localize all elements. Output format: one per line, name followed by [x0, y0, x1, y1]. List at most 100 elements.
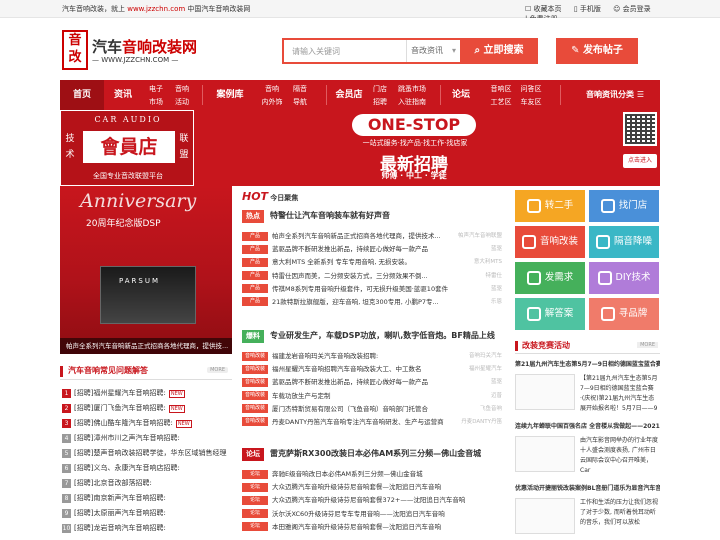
news-item[interactable]: 产品 蓝驱品牌不断研发推出新品，持续匠心做好每一款产品 蓝驱	[242, 243, 508, 256]
headline-2[interactable]: 爆料 专业研发生产，车载DSP功放，喇叭,数字低音炮。BF精品上线	[242, 328, 508, 344]
tile-button[interactable]: 音响改装	[515, 226, 585, 258]
qr-code-icon[interactable]	[623, 112, 657, 146]
tile-button[interactable]: 找门店	[589, 190, 659, 222]
nav-sub-anli-yinxiang[interactable]: 音响	[258, 83, 286, 96]
race-item-3-title[interactable]: 优惠活动开捷丽锐改装案例BL音册门道乐为显音汽车音响	[515, 484, 660, 494]
news-item[interactable]: 论坛 大众迈腾汽车音响升级诗芬尼音响套餐—沈阳追日汽车音响	[242, 481, 508, 494]
mobile-link[interactable]: ▯ 手机版	[574, 5, 601, 13]
search-category-select[interactable]: 音改资讯	[406, 40, 460, 62]
banner-enter-button[interactable]: 点击进入	[623, 154, 657, 168]
tile-button[interactable]: 发需求	[515, 262, 585, 294]
faq-item[interactable]: 5 [招聘]楚声音响改装招聘学徒，华东区域销售经理	[60, 446, 232, 461]
faq-item[interactable]: 1 [招聘]福州星耀汽车音响招聘: NEW	[60, 386, 232, 401]
faq-item[interactable]: 2 [招聘]厦门飞鱼汽车音响招聘: NEW	[60, 401, 232, 416]
news-item[interactable]: 论坛 奔驰E级音响改日本必伟AM系列三分频—佛山金音城	[242, 468, 508, 481]
banner[interactable]: CAR AUDIO 技 术 會員店 联 盟 全国专业音改联盟平台 ONE-STO…	[60, 110, 660, 186]
nav-sub-geyin[interactable]: 隔音	[288, 83, 312, 96]
feature-image[interactable]: Anniversary 20周年纪念版DSP PARSUM 帕声全系列汽车音响新…	[60, 186, 232, 354]
news-item[interactable]: 产品 21款特斯拉旗舰版，迎车音响, 坦克300专用, 小鹏P7专... 乐恩	[242, 296, 508, 309]
news-item[interactable]: 音响改装 蓝驱品牌不断研发推出新品，持续匠心做好每一款产品 蓝驱	[242, 376, 508, 389]
tile-button[interactable]: DIY技术	[589, 262, 659, 294]
news-item[interactable]: 产品 特雷仕因声而美，二分频安装方式，三分频效果不倒... 特雷仕	[242, 270, 508, 283]
nav-sub-yinxiang[interactable]: 音响	[170, 83, 194, 96]
mobile-label[interactable]: 手机版	[580, 5, 601, 13]
nav-sub-daohang[interactable]: 导航	[288, 96, 312, 109]
member-store-banner[interactable]: CAR AUDIO 技 术 會員店 联 盟 全国专业音改联盟平台	[60, 110, 194, 186]
news-item-tag: 音响改装	[242, 364, 268, 374]
news-item-source: 意大利MTS	[473, 259, 502, 266]
headline-3[interactable]: 论坛 雷克萨斯RX300改装日本必伟AM系列三分频—佛山金音城	[242, 446, 508, 462]
faq-item[interactable]: 7 [招聘]北京音改部落招聘:	[60, 476, 232, 491]
nav-sub-shichang[interactable]: 市场	[144, 96, 168, 109]
new-badge-icon: NEW	[168, 405, 185, 413]
news-item[interactable]: 音响改装 福州星耀汽车音响招聘汽车音响改装大工、中工数名 福州星耀汽车	[242, 363, 508, 376]
news-item[interactable]: 音响改装 丹麦DANTY丹笛汽车音响专注汽车音响研发、生产与运营商 丹麦DANTY丹…	[242, 416, 508, 429]
news-item[interactable]: 论坛 沃尔沃XC60升级诗芬尼专车专用音响——沈阳追日汽车音响	[242, 508, 508, 521]
tile-button[interactable]: 解答案	[515, 298, 585, 330]
headline-3-text: 雷克萨斯RX300改装日本必伟AM系列三分频—佛山金音城	[270, 449, 482, 458]
nav-sub-gongyiqu[interactable]: 工艺区	[488, 96, 514, 109]
bookmark-label[interactable]: 收藏本页	[534, 5, 562, 13]
search-input[interactable]: 请输入关键词	[292, 46, 340, 57]
race-item-1-image[interactable]	[515, 374, 575, 410]
post-button[interactable]: ✎ 发布帖子	[556, 38, 638, 64]
nav-luntan[interactable]: 论坛	[446, 80, 476, 110]
faq-item[interactable]: 9 [招聘]太原丽声汽车音响招聘:	[60, 506, 232, 521]
news-item[interactable]: 产品 帕声全系列汽车音响新品正式招商各地代理商，提供技术... 帕声汽车音响联盟	[242, 230, 508, 243]
nav-sub-neiwaishi[interactable]: 内外饰	[258, 96, 286, 109]
search-button[interactable]: ⌕ 立即搜索	[460, 40, 538, 62]
tile-label: 解答案	[544, 308, 574, 319]
faq-item-text: [招聘]南京新声汽车音响招聘:	[74, 494, 166, 502]
logo-title[interactable]: 汽车音响改装网	[92, 36, 197, 57]
news-item-tag: 产品	[242, 271, 268, 281]
faq-header-bar	[60, 366, 63, 377]
logo-mark[interactable]: 音 改	[62, 30, 88, 70]
faq-item[interactable]: 4 [招聘]漳州市川之声汽车音响招聘:	[60, 431, 232, 446]
faq-item[interactable]: 6 [招聘]义乌、永康汽车音响店招聘:	[60, 461, 232, 476]
news-item[interactable]: 音响改装 福建龙岩音响玛关汽车音响改装招聘: 音响玛关汽车	[242, 350, 508, 363]
nav-sub-mendian[interactable]: 门店	[370, 83, 390, 96]
headline-1-tag: 热点	[242, 210, 264, 223]
race-item-2-title[interactable]: 连续九年蝉联中国百强名店 全音楼从我做起——2021	[515, 422, 660, 432]
nav-huiyuan-sub1: 门店 招聘	[370, 83, 390, 113]
nav-category-toggle[interactable]: 音响资讯分类 ☰	[570, 80, 660, 110]
nav-zixun[interactable]: 资讯	[108, 80, 138, 110]
news-item[interactable]: 论坛 大众迈腾汽车音响升级诗芬尼音响套餐372+——沈阳追日汽车音响	[242, 494, 508, 507]
nav-home[interactable]: 首页	[60, 80, 104, 110]
faq-item[interactable]: 10 [招聘]龙岩音响汽车音响招聘:	[60, 521, 232, 536]
news-item[interactable]: 产品 意大利MTS 全新系列 专车专用音响, 无损安装。 意大利MTS	[242, 256, 508, 269]
tile-button[interactable]: 寻品牌	[589, 298, 659, 330]
bookmark-link[interactable]: ☐ 收藏本页	[525, 5, 562, 13]
news-item-tag: 产品	[242, 284, 268, 294]
race-more-button[interactable]: MORE	[637, 342, 658, 348]
faq-item[interactable]: 3 [招聘]佛山酷车隆汽车音响招聘: NEW	[60, 416, 232, 431]
tile-button[interactable]: 隔音降噪	[589, 226, 659, 258]
site-url-link[interactable]: www.jzzchn.com	[127, 5, 185, 13]
nav-sub-zhaopin[interactable]: 招聘	[370, 96, 390, 109]
nav-sub-cheyouqu[interactable]: 车友区	[518, 96, 544, 109]
nav-anli[interactable]: 案例库	[208, 80, 252, 110]
nav-sub-dianzi[interactable]: 电子	[144, 83, 168, 96]
nav-sub-ruzhu[interactable]: 入驻指南	[394, 96, 430, 109]
race-item-1-title[interactable]: 第21届九州汽车生态第5月7—9日相约德国蓝宝蓝合赛	[515, 360, 660, 370]
nav-sub-yinxiangqu[interactable]: 音响区	[488, 83, 514, 96]
news-item[interactable]: 产品 传祺M8系列专用音响升级套件，可无损升级美国·蓝驱10套件 蓝驱	[242, 283, 508, 296]
faq-more-button[interactable]: MORE	[207, 367, 228, 373]
news-item[interactable]: 论坛 本田雅阁汽车音响升级诗芬尼音响套餐—沈阳追日汽车音响	[242, 521, 508, 534]
nav-sub-huodong[interactable]: 活动	[170, 96, 194, 109]
headline-1[interactable]: 热点 特警仕让汽车音响装车就有好声音	[242, 208, 508, 224]
news-item[interactable]: 音响改装 车载功放生产与定制 迈普	[242, 390, 508, 403]
race-item-3-image[interactable]	[515, 498, 575, 534]
faq-item-number: 6	[62, 464, 71, 473]
nav-sub-wendaqu[interactable]: 问答区	[518, 83, 544, 96]
news-item[interactable]: 音响改装 厦门杰特斯贸易有限公司（飞鱼音响）音响部门托管合 飞鱼音响	[242, 403, 508, 416]
login-label[interactable]: 会员登录	[623, 5, 651, 13]
race-item-2-image[interactable]	[515, 436, 575, 472]
faq-item[interactable]: 8 [招聘]南京新声汽车音响招聘:	[60, 491, 232, 506]
nav-sub-tiaozao[interactable]: 跳蚤市场	[394, 83, 430, 96]
feature-caption[interactable]: 帕声全系列汽车音响新品正式招商各地代理商，提供技...	[60, 338, 232, 354]
login-link[interactable]: ☺ 会员登录	[613, 5, 651, 13]
tile-button[interactable]: 转二手	[515, 190, 585, 222]
faq-item-text: [招聘]漳州市川之声汽车音响招聘:	[74, 434, 180, 442]
nav-huiyuan[interactable]: 会员店	[332, 80, 366, 110]
